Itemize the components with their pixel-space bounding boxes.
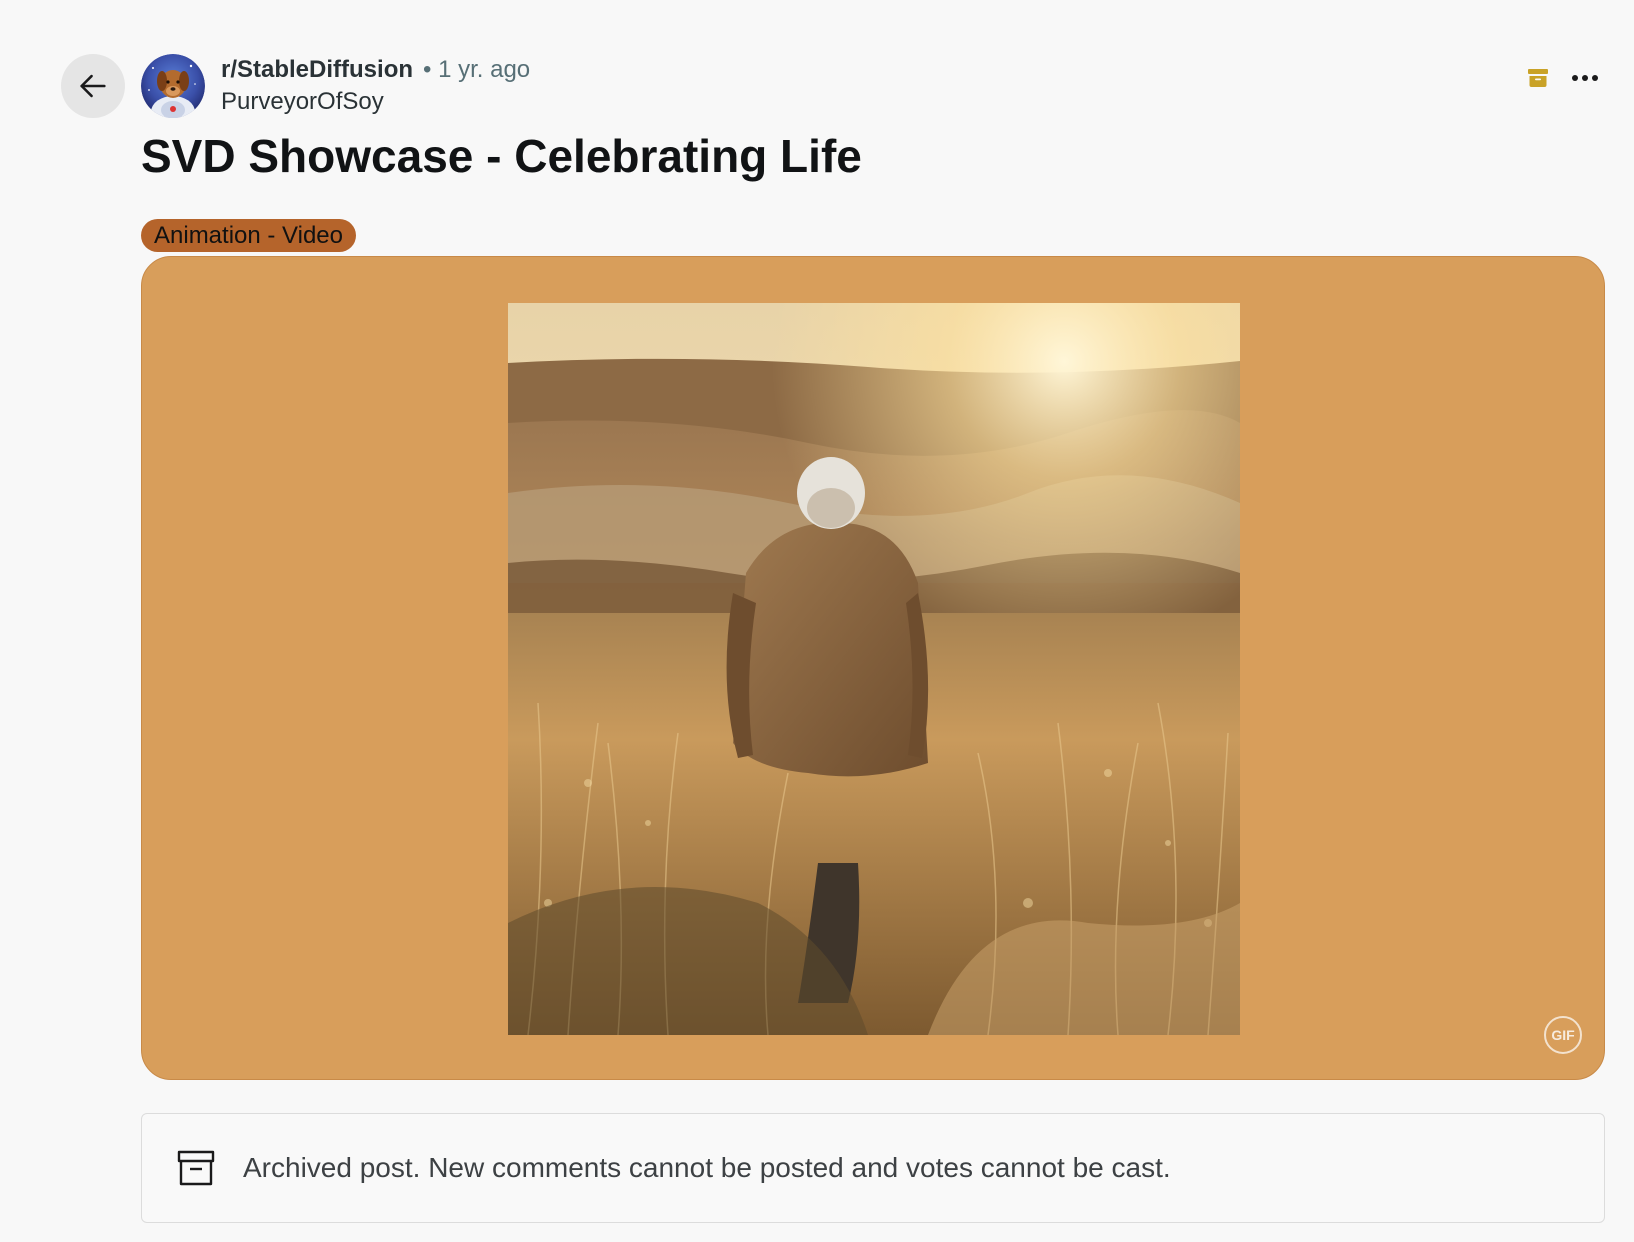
- gif-badge: GIF: [1544, 1016, 1582, 1054]
- post-flair[interactable]: Animation - Video: [141, 219, 356, 252]
- post-media-container: GIF: [141, 256, 1605, 1080]
- subreddit-link[interactable]: r/StableDiffusion: [221, 54, 413, 86]
- archive-box-icon: [177, 1150, 215, 1186]
- archive-icon: [1526, 66, 1550, 95]
- author-link[interactable]: PurveyorOfSoy: [221, 86, 530, 118]
- arrow-left-icon: [80, 74, 106, 98]
- post-meta-line: r/StableDiffusion • 1 yr. ago: [221, 54, 530, 86]
- more-options-button[interactable]: [1570, 66, 1600, 95]
- post-page: r/StableDiffusion • 1 yr. ago PurveyorOf…: [0, 0, 1634, 1242]
- post-title: SVD Showcase - Celebrating Life: [141, 130, 862, 182]
- post-media-gif[interactable]: [508, 303, 1240, 1035]
- post-top-actions: [1526, 66, 1600, 95]
- post-timestamp: • 1 yr. ago: [423, 56, 531, 83]
- archived-notice: Archived post. New comments cannot be po…: [141, 1113, 1605, 1223]
- archived-notice-text: Archived post. New comments cannot be po…: [243, 1152, 1171, 1183]
- more-options-icon: [1572, 75, 1598, 81]
- post-meta: r/StableDiffusion • 1 yr. ago PurveyorOf…: [221, 54, 530, 118]
- subreddit-avatar[interactable]: [141, 54, 205, 118]
- back-button[interactable]: [61, 54, 125, 118]
